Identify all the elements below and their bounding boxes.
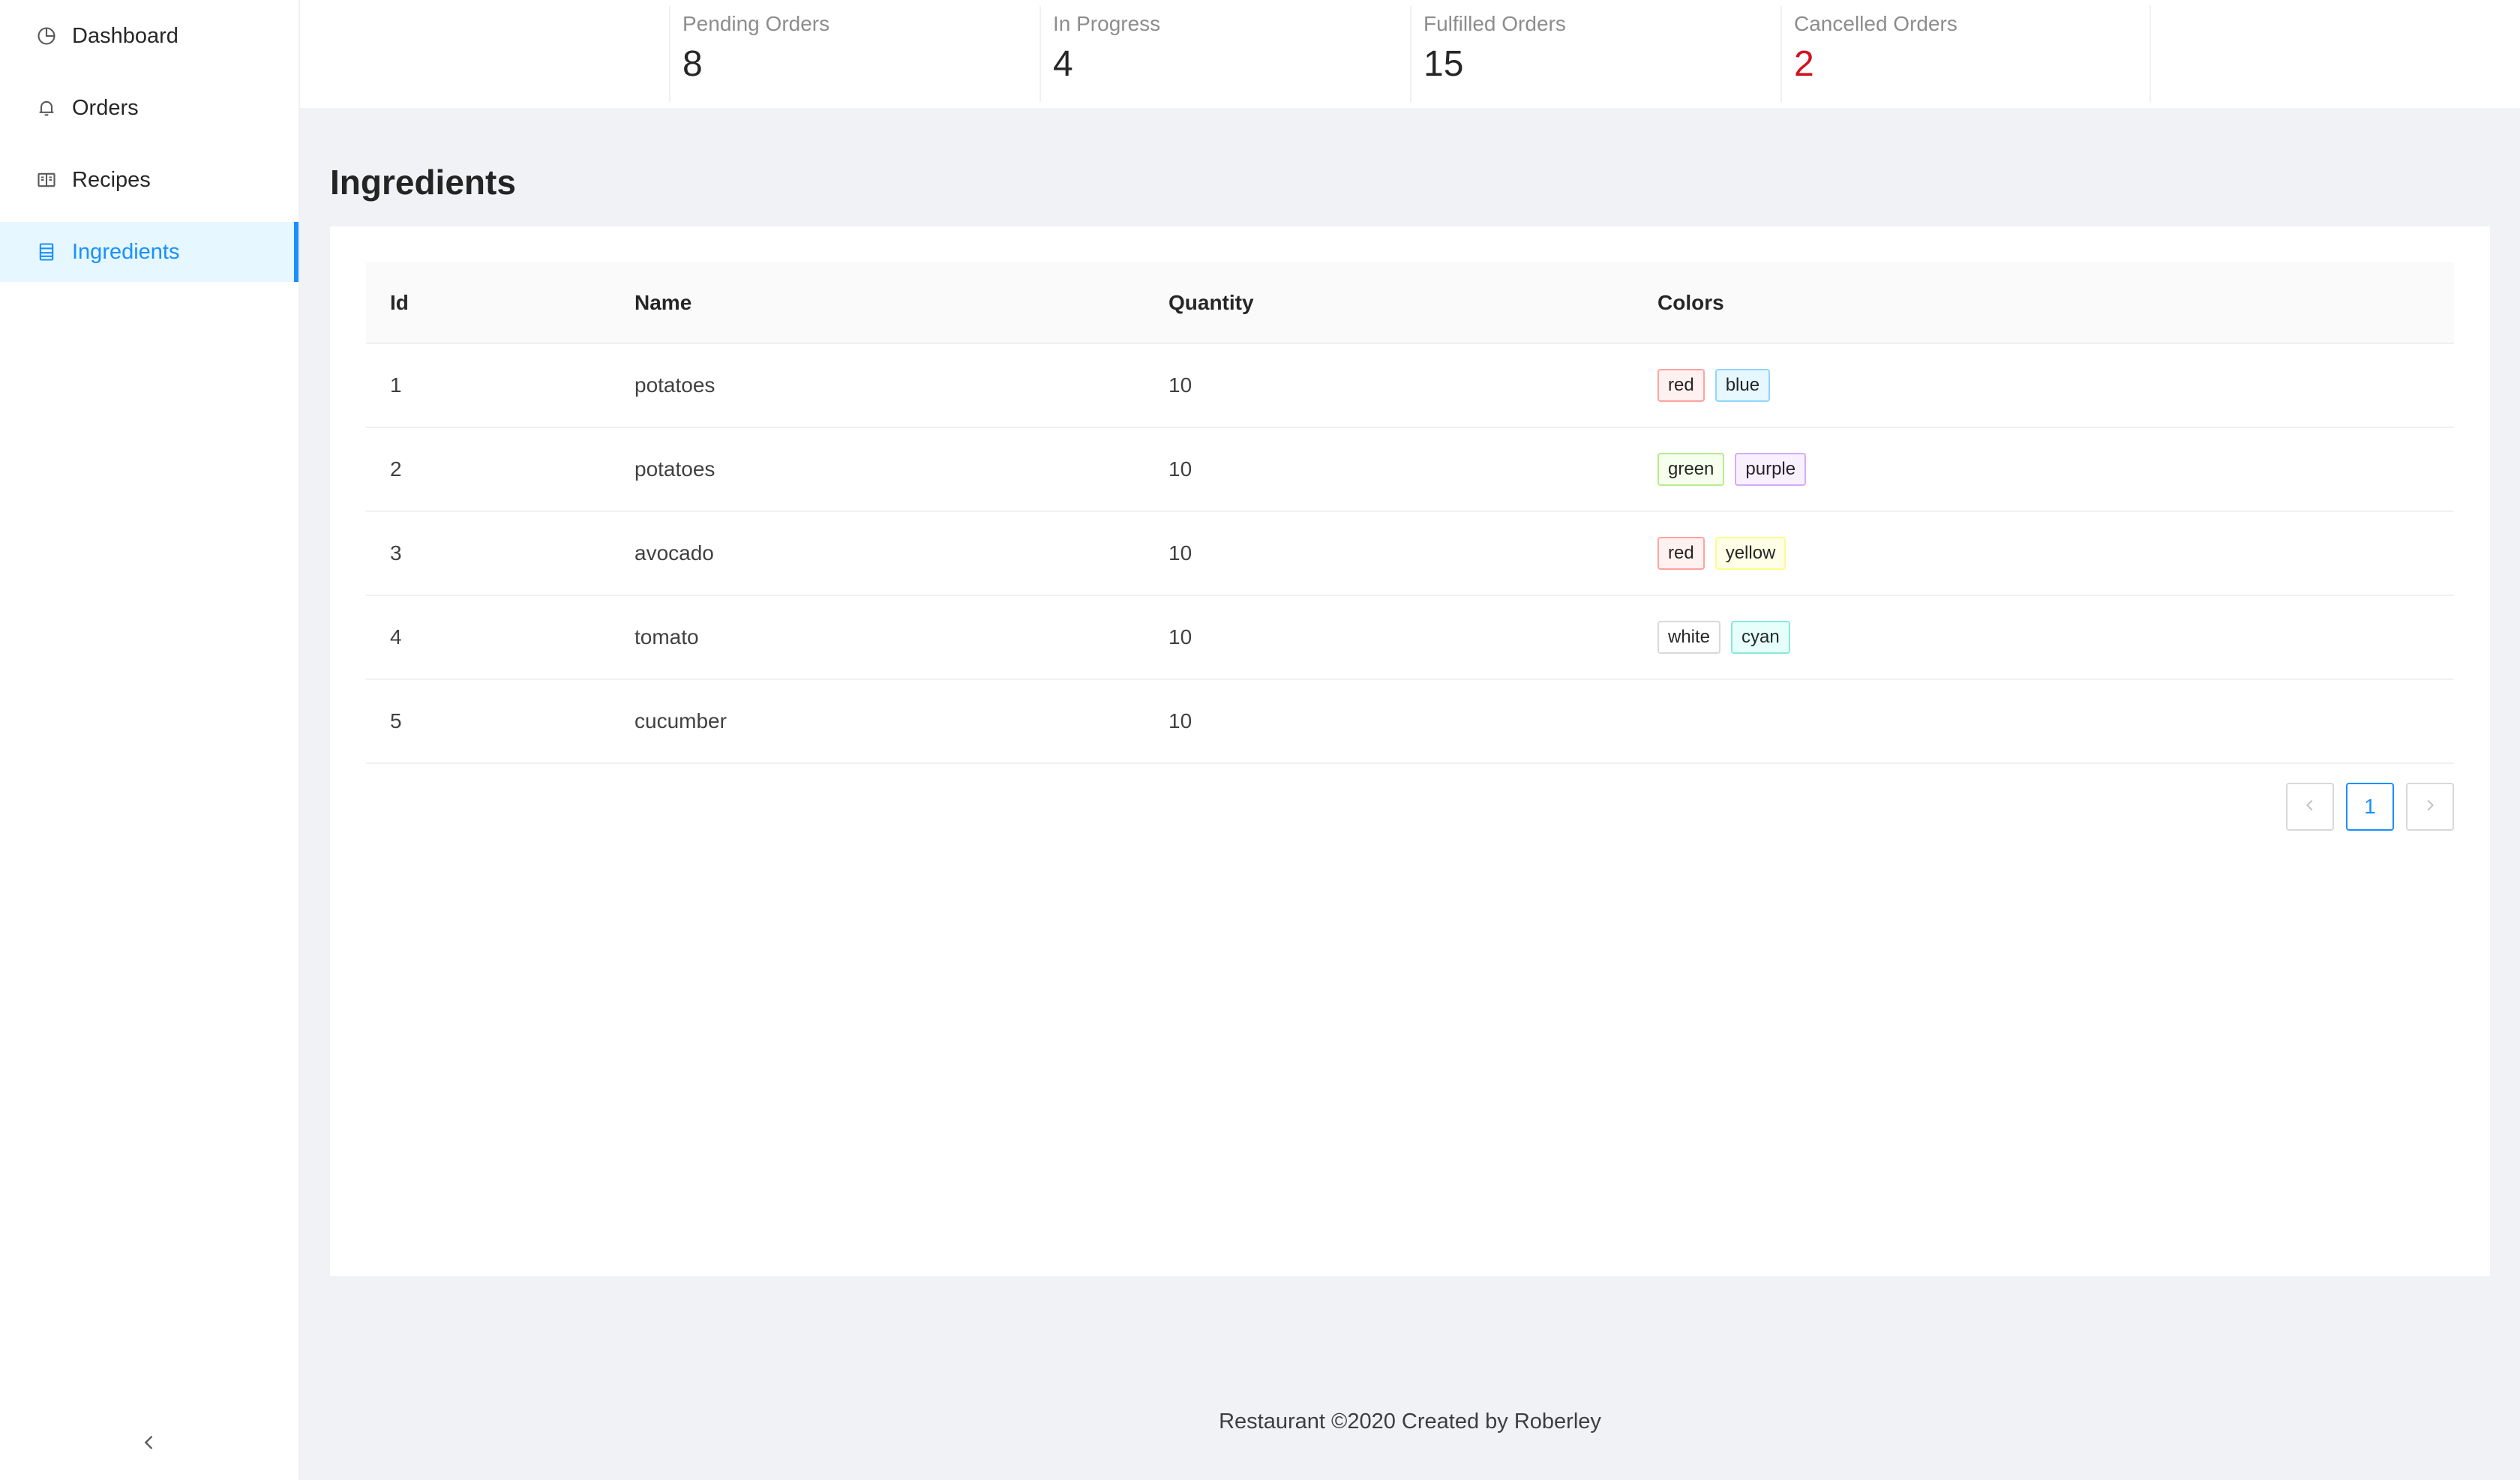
sidebar-collapse-button[interactable]	[0, 1408, 298, 1480]
color-tag: yellow	[1714, 537, 1786, 570]
stat-pending-orders: Pending Orders 8	[669, 6, 1040, 102]
cell-name: cucumber	[610, 679, 1144, 764]
cell-colors: green purple	[1634, 427, 2454, 512]
cell-id: 1	[366, 343, 610, 428]
color-tag: green	[1658, 453, 1725, 486]
table-row: 1 potatoes 10 red blue	[366, 343, 2454, 428]
sidebar: Dashboard Orders Recipes Ingredients	[0, 0, 300, 1480]
stat-title: Pending Orders	[682, 12, 830, 35]
page-title: Ingredients	[330, 163, 516, 202]
cell-quantity: 10	[1144, 427, 1634, 512]
stats-bar: Pending Orders 8 In Progress 4 Fulfilled…	[300, 0, 2520, 108]
sidebar-item-label: Dashboard	[72, 23, 178, 48]
stat-fulfilled-orders: Fulfilled Orders 15	[1410, 6, 1780, 102]
cell-name: potatoes	[610, 427, 1144, 512]
color-tag: purple	[1735, 453, 1807, 486]
stat-in-progress: In Progress 4	[1040, 6, 1410, 102]
cell-id: 2	[366, 427, 610, 512]
ingredients-table: Id Name Quantity Colors 1 potatoes 10 red bl…	[366, 262, 2454, 764]
table-body: 1 potatoes 10 red blue 2 potatoes 10 green purple…	[366, 343, 2454, 764]
color-tag: red	[1658, 369, 1705, 402]
sidebar-item-label: Ingredients	[72, 239, 180, 264]
column-header-colors[interactable]: Colors	[1634, 262, 2454, 344]
sidebar-menu: Dashboard Orders Recipes Ingredients	[0, 6, 298, 282]
table-header-row: Id Name Quantity Colors	[366, 262, 2454, 344]
table-row: 4 tomato 10 white cyan	[366, 595, 2454, 680]
pie-chart-icon	[36, 25, 57, 46]
stat-cancelled-orders: Cancelled Orders 2	[1780, 6, 2151, 102]
sidebar-item-ingredients[interactable]: Ingredients	[0, 222, 298, 282]
cell-colors: red yellow	[1634, 511, 2454, 596]
cell-quantity: 10	[1144, 595, 1634, 680]
cell-quantity: 10	[1144, 679, 1634, 764]
cell-id: 4	[366, 595, 610, 680]
cell-name: avocado	[610, 511, 1144, 596]
table-row: 2 potatoes 10 green purple	[366, 427, 2454, 512]
stat-title: In Progress	[1053, 12, 1161, 35]
sidebar-item-orders[interactable]: Orders	[0, 78, 298, 138]
prev-page-button[interactable]	[2286, 783, 2334, 831]
stat-value: 2	[1794, 44, 1814, 84]
footer: Restaurant ©2020 Created by Roberley	[1219, 1410, 1601, 1434]
stat-value: 15	[1424, 44, 1464, 84]
cell-name: tomato	[610, 595, 1144, 680]
color-tag: blue	[1714, 369, 1771, 402]
sidebar-item-label: Orders	[72, 95, 139, 120]
chevron-right-icon	[2422, 795, 2438, 819]
cell-colors: red blue	[1634, 343, 2454, 428]
stat-title: Cancelled Orders	[1794, 12, 1958, 35]
pagination: 1	[2286, 783, 2454, 831]
cell-id: 5	[366, 679, 610, 764]
cell-name: potatoes	[610, 343, 1144, 428]
cell-id: 3	[366, 511, 610, 596]
color-tag: white	[1658, 621, 1721, 654]
page-number-button[interactable]: 1	[2346, 783, 2394, 831]
color-tag: cyan	[1731, 621, 1790, 654]
table-row: 5 cucumber 10	[366, 679, 2454, 764]
column-header-id[interactable]: Id	[366, 262, 610, 344]
cell-quantity: 10	[1144, 343, 1634, 428]
cell-colors	[1634, 679, 2454, 764]
sidebar-item-recipes[interactable]: Recipes	[0, 150, 298, 210]
book-icon	[36, 169, 57, 190]
sidebar-item-dashboard[interactable]: Dashboard	[0, 6, 298, 66]
color-tag: red	[1658, 537, 1705, 570]
cell-quantity: 10	[1144, 511, 1634, 596]
column-header-quantity[interactable]: Quantity	[1144, 262, 1634, 344]
table-row: 3 avocado 10 red yellow	[366, 511, 2454, 596]
chevron-left-icon	[139, 1432, 160, 1457]
content-card: Id Name Quantity Colors 1 potatoes 10 red bl…	[330, 226, 2490, 1276]
stat-title: Fulfilled Orders	[1424, 12, 1566, 35]
column-header-name[interactable]: Name	[610, 262, 1144, 344]
stat-value: 8	[682, 44, 703, 84]
list-icon	[36, 241, 57, 262]
next-page-button[interactable]	[2406, 783, 2454, 831]
cell-colors: white cyan	[1634, 595, 2454, 680]
bell-icon	[36, 97, 57, 118]
sidebar-item-label: Recipes	[72, 167, 151, 192]
stat-value: 4	[1053, 44, 1073, 84]
chevron-left-icon	[2302, 795, 2318, 819]
